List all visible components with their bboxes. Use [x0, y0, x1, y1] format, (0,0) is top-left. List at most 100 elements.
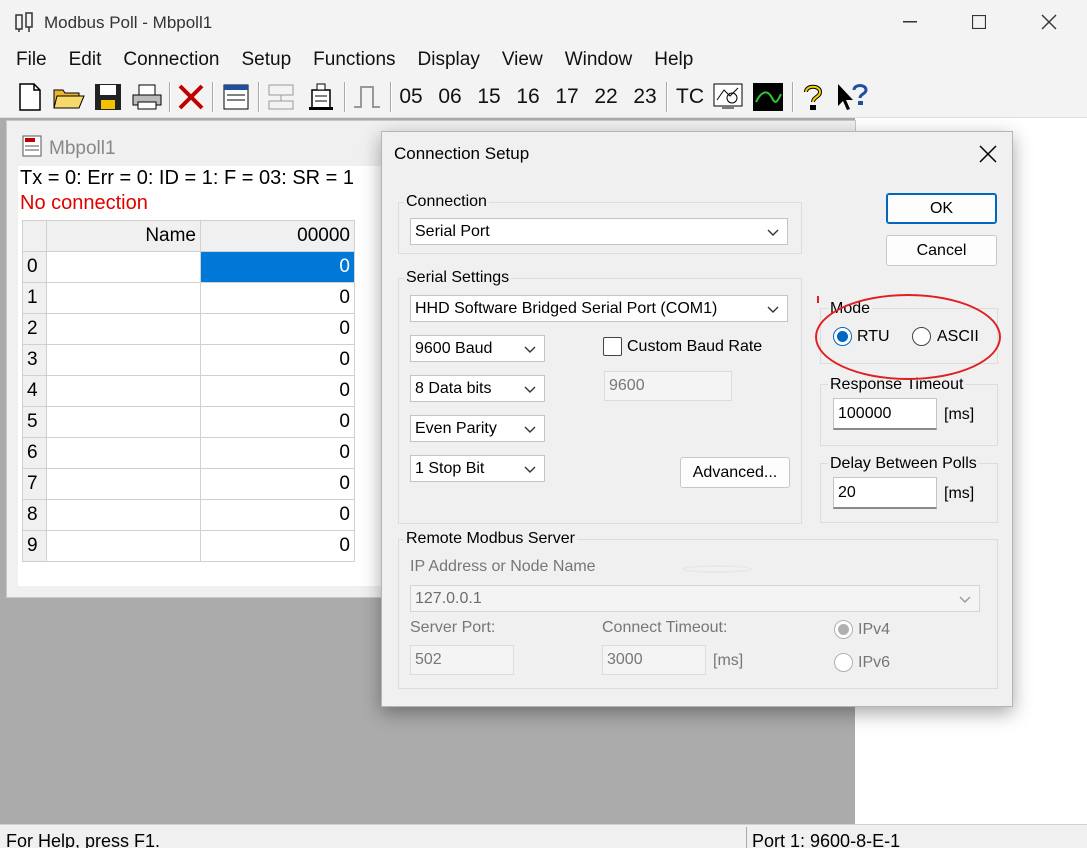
- poll-status-line: Tx = 0: Err = 0: ID = 1: F = 03: SR = 1: [20, 167, 355, 189]
- menu-functions[interactable]: Functions: [305, 49, 403, 71]
- menu-display[interactable]: Display: [410, 49, 488, 71]
- delete-button[interactable]: [175, 81, 207, 113]
- server-port-input[interactable]: 502: [410, 645, 514, 675]
- name-cell[interactable]: [46, 251, 201, 283]
- table-row[interactable]: 30: [22, 344, 355, 376]
- connection-type-select[interactable]: Serial Port: [410, 218, 788, 245]
- baud-select[interactable]: 9600 Baud: [410, 335, 545, 362]
- table-row[interactable]: 70: [22, 468, 355, 500]
- monitor-button[interactable]: [710, 81, 746, 113]
- delete-x-icon: [178, 84, 204, 110]
- chevron-down-icon: [767, 306, 779, 313]
- serial-device-button[interactable]: [304, 81, 338, 113]
- column-header-address[interactable]: 00000: [200, 220, 355, 252]
- table-row[interactable]: 50: [22, 406, 355, 438]
- fc-05-button[interactable]: 05: [396, 81, 426, 113]
- table-row[interactable]: 40: [22, 375, 355, 407]
- name-cell[interactable]: [46, 530, 201, 562]
- serial-port-select[interactable]: HHD Software Bridged Serial Port (COM1): [410, 295, 788, 322]
- tc-button[interactable]: TC: [673, 81, 707, 113]
- window-button[interactable]: [220, 81, 252, 113]
- fc-16-button[interactable]: 16: [513, 81, 543, 113]
- value-cell[interactable]: 0: [200, 499, 355, 531]
- value-cell[interactable]: 0: [200, 313, 355, 345]
- fc-17-button[interactable]: 17: [552, 81, 582, 113]
- name-cell[interactable]: [46, 406, 201, 438]
- save-button[interactable]: [92, 81, 124, 113]
- stop-bits-select[interactable]: 1 Stop Bit: [410, 455, 545, 482]
- table-row[interactable]: 10: [22, 282, 355, 314]
- minimize-button[interactable]: [875, 0, 945, 44]
- fc-06-button[interactable]: 06: [435, 81, 465, 113]
- save-disk-icon: [95, 84, 121, 110]
- value-cell[interactable]: 0: [200, 344, 355, 376]
- table-row[interactable]: 80: [22, 499, 355, 531]
- title-bar: Modbus Poll - Mbpoll1: [0, 0, 1087, 44]
- data-bits-select[interactable]: 8 Data bits: [410, 375, 545, 402]
- context-help-button[interactable]: [834, 81, 870, 113]
- value-cell[interactable]: 0: [200, 468, 355, 500]
- fc-22-button[interactable]: 22: [591, 81, 621, 113]
- menu-connection[interactable]: Connection: [115, 49, 227, 71]
- advanced-button[interactable]: Advanced...: [680, 457, 790, 488]
- fc-15-button[interactable]: 15: [474, 81, 504, 113]
- value-cell[interactable]: 0: [200, 437, 355, 469]
- cancel-button[interactable]: Cancel: [886, 235, 997, 266]
- ipv4-radio[interactable]: [834, 620, 853, 639]
- value-cell[interactable]: 0: [200, 406, 355, 438]
- menu-file[interactable]: File: [8, 49, 55, 71]
- table-row[interactable]: 60: [22, 437, 355, 469]
- response-timeout-input[interactable]: 100000: [833, 398, 937, 430]
- maximize-button[interactable]: [944, 0, 1014, 44]
- help-button[interactable]: [798, 81, 828, 113]
- menu-help[interactable]: Help: [646, 49, 701, 71]
- name-cell[interactable]: [46, 282, 201, 314]
- connection-group-label: Connection: [404, 193, 489, 211]
- menu-setup[interactable]: Setup: [234, 49, 300, 71]
- pulse-button[interactable]: [350, 81, 384, 113]
- remote-server-label: Remote Modbus Server: [404, 530, 577, 548]
- value-cell[interactable]: 0: [200, 282, 355, 314]
- name-cell[interactable]: [46, 344, 201, 376]
- register-table: Name 00000 00 10 20 30 40 50 60 70 80 90: [22, 220, 355, 562]
- window-title: Modbus Poll - Mbpoll1: [44, 13, 213, 32]
- close-button[interactable]: [1014, 0, 1084, 44]
- monitor-icon: [713, 83, 743, 109]
- value-cell[interactable]: 0: [200, 530, 355, 562]
- table-row[interactable]: 20: [22, 313, 355, 345]
- name-cell[interactable]: [46, 499, 201, 531]
- dialog-close-button[interactable]: [972, 138, 1004, 170]
- menu-window[interactable]: Window: [557, 49, 641, 71]
- open-button[interactable]: [52, 81, 86, 113]
- custom-baud-checkbox[interactable]: [603, 337, 622, 356]
- fc-23-button[interactable]: 23: [630, 81, 660, 113]
- name-cell[interactable]: [46, 437, 201, 469]
- mbpoll-document-icon: [22, 135, 42, 157]
- ok-button[interactable]: OK: [886, 193, 997, 224]
- column-header-name[interactable]: Name: [46, 220, 201, 252]
- delay-polls-input[interactable]: 20: [833, 477, 937, 509]
- table-row[interactable]: 90: [22, 530, 355, 562]
- value-cell[interactable]: 0: [200, 251, 355, 283]
- ipv6-radio[interactable]: [834, 653, 853, 672]
- serial-device-icon: [309, 83, 333, 110]
- menu-view[interactable]: View: [494, 49, 551, 71]
- name-cell[interactable]: [46, 313, 201, 345]
- new-button[interactable]: [14, 81, 46, 113]
- ip-field-highlight: [682, 565, 752, 573]
- connect-timeout-input[interactable]: 3000: [602, 645, 706, 675]
- name-cell[interactable]: [46, 468, 201, 500]
- ip-address-select[interactable]: 127.0.0.1: [410, 585, 980, 612]
- connection-type-value: Serial Port: [415, 222, 490, 240]
- menu-edit[interactable]: Edit: [61, 49, 110, 71]
- chart-button[interactable]: [750, 81, 786, 113]
- parity-value: Even Parity: [415, 419, 497, 437]
- parity-select[interactable]: Even Parity: [410, 415, 545, 442]
- table-row[interactable]: 00: [22, 251, 355, 283]
- delay-polls-unit: [ms]: [944, 485, 975, 502]
- custom-baud-input[interactable]: 9600: [604, 371, 732, 401]
- name-cell[interactable]: [46, 375, 201, 407]
- value-cell[interactable]: 0: [200, 375, 355, 407]
- print-button[interactable]: [130, 81, 164, 113]
- connect-button[interactable]: [264, 81, 298, 113]
